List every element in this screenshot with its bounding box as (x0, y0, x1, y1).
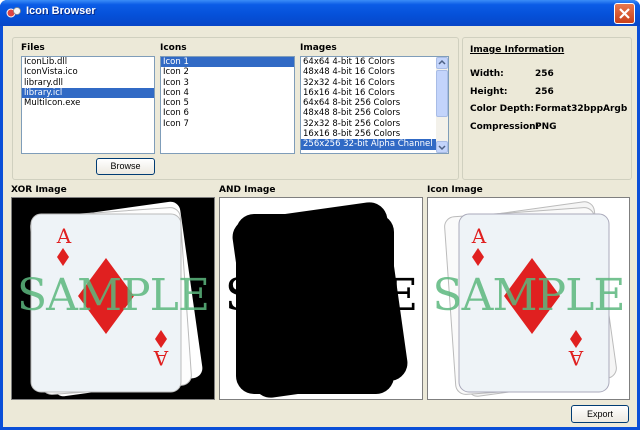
images-list-item[interactable]: 16x16 4-bit 16 Colors (301, 88, 448, 98)
width-label: Width: (470, 69, 504, 79)
card-rank-top: A (56, 224, 72, 248)
icons-list-item[interactable]: Icon 2 (161, 67, 294, 77)
icon-image-panel: A A SAMPLE (427, 197, 630, 400)
and-image-label: AND Image (219, 185, 276, 195)
files-list-item[interactable]: library.dll (22, 78, 154, 88)
scroll-down-arrow[interactable] (436, 141, 448, 153)
icon-watermark: SAMPLE (432, 270, 626, 321)
and-image-panel: SAMPLE (219, 197, 423, 400)
compression-value: PNG (535, 122, 557, 132)
icons-list-item[interactable]: Icon 3 (161, 78, 294, 88)
app-window: Icon Browser Files IconLib.dll IconVista.… (0, 0, 640, 430)
icon-rank-top: A (471, 224, 487, 248)
title-bar: Icon Browser (0, 0, 640, 26)
xor-image-label: XOR Image (11, 185, 67, 195)
icons-list-item[interactable]: Icon 6 (161, 108, 294, 118)
image-info-title: Image Information (470, 45, 565, 55)
app-icon (6, 7, 21, 18)
images-label: Images (300, 43, 337, 53)
files-list-item[interactable]: library.icl (22, 87, 154, 99)
icons-list-item[interactable]: Icon 4 (161, 88, 294, 98)
icons-list[interactable]: Icon 1 Icon 2 Icon 3 Icon 4 Icon 5 Icon 6 Icon… (160, 56, 295, 154)
files-list-item[interactable]: IconLib.dll (22, 57, 154, 67)
icons-list-item[interactable]: Icon 1 (161, 57, 294, 68)
export-button[interactable]: Export (571, 405, 629, 423)
images-list-item[interactable]: 64x64 4-bit 16 Colors (301, 57, 448, 67)
images-list[interactable]: 64x64 4-bit 16 Colors 48x48 4-bit 16 Colo… (300, 56, 449, 154)
color-depth-value: Format32bppArgb (535, 104, 628, 114)
window-title: Icon Browser (26, 5, 96, 17)
chevron-down-icon (438, 145, 446, 151)
images-list-item[interactable]: 16x16 8-bit 256 Colors (301, 129, 448, 139)
compression-label: Compression: (470, 122, 540, 132)
xor-image-panel: A A SAMPLE (11, 197, 215, 400)
scroll-up-arrow[interactable] (436, 57, 448, 69)
and-watermark: SAMPLE (225, 270, 418, 321)
browse-button[interactable]: Browse (96, 158, 155, 175)
close-button[interactable] (614, 3, 635, 24)
images-list-item[interactable]: 48x48 8-bit 256 Colors (301, 108, 448, 118)
close-icon (619, 8, 630, 19)
files-list[interactable]: IconLib.dll IconVista.ico library.dll libra… (21, 56, 155, 154)
icon-rank-bottom: A (568, 346, 584, 370)
card-rank-bottom: A (153, 346, 169, 370)
icons-label: Icons (160, 43, 187, 53)
images-scrollbar[interactable] (436, 57, 448, 153)
height-label: Height: (470, 87, 508, 97)
width-value: 256 (535, 69, 554, 79)
files-list-item[interactable]: IconVista.ico (22, 67, 154, 77)
images-list-item[interactable]: 256x256 32-bit Alpha Channel (301, 139, 448, 150)
images-list-item[interactable]: 32x32 8-bit 256 Colors (301, 119, 448, 129)
height-value: 256 (535, 87, 554, 97)
icons-list-item[interactable]: Icon 5 (161, 98, 294, 108)
files-label: Files (21, 43, 45, 53)
scroll-thumb[interactable] (436, 70, 448, 117)
images-list-item[interactable]: 32x32 4-bit 16 Colors (301, 78, 448, 88)
color-depth-label: Color Depth: (470, 104, 534, 114)
images-list-item[interactable]: 64x64 8-bit 256 Colors (301, 98, 448, 108)
xor-watermark: SAMPLE (17, 270, 210, 321)
icon-image-label: Icon Image (427, 185, 483, 195)
images-list-item[interactable]: 48x48 4-bit 16 Colors (301, 67, 448, 77)
chevron-up-icon (438, 59, 446, 65)
icons-list-item[interactable]: Icon 7 (161, 119, 294, 129)
files-list-item[interactable]: MultiIcon.exe (22, 98, 154, 108)
